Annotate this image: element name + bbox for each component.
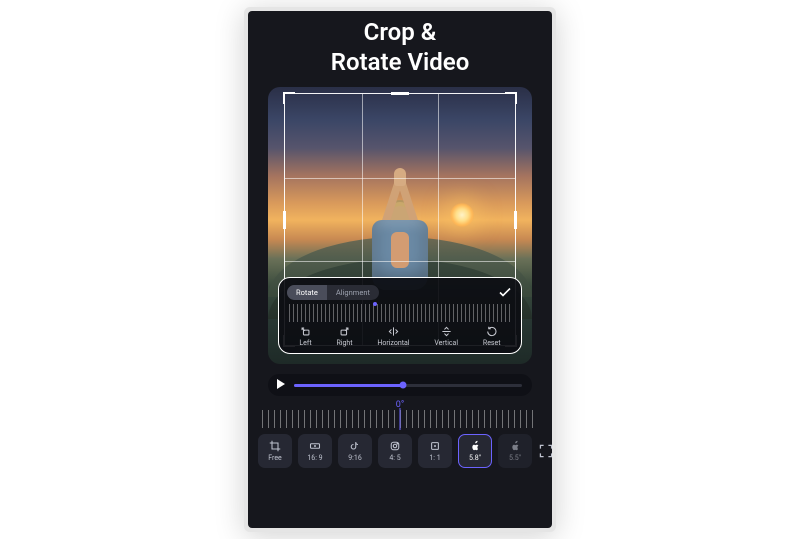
rotate-left-label: Left xyxy=(299,339,311,347)
square-icon xyxy=(429,440,441,452)
phone-frame: Crop & Rotate Video xyxy=(244,7,556,532)
aspect-tiktok[interactable]: 9:16 xyxy=(338,434,372,468)
aspect-4-5[interactable]: 4: 5 xyxy=(378,434,412,468)
rotation-ruler[interactable] xyxy=(262,410,538,428)
aspect-label: 5.8" xyxy=(469,454,481,462)
crop-handle-left[interactable] xyxy=(283,211,286,229)
apple-icon xyxy=(469,440,481,452)
aspect-apple-5-5[interactable]: 5.5" xyxy=(498,434,532,468)
confirm-button[interactable] xyxy=(497,284,513,300)
aspect-label: 16: 9 xyxy=(307,454,322,462)
rotate-right-button[interactable]: Right xyxy=(336,326,352,347)
reset-rotation-button[interactable]: Reset xyxy=(483,326,501,347)
aspect-apple-5-8[interactable]: 5.8" xyxy=(458,434,492,468)
flip-horizontal-label: Horizontal xyxy=(377,339,409,347)
aspect-label: 4: 5 xyxy=(389,454,400,462)
rotation-dial[interactable] xyxy=(289,304,511,322)
crop-handle-right[interactable] xyxy=(514,211,517,229)
preview-container: Rotate Alignment Lef xyxy=(248,87,552,364)
flip-vertical-label: Vertical xyxy=(434,339,458,347)
aspect-1-1[interactable]: 1: 1 xyxy=(418,434,452,468)
apple-icon xyxy=(509,440,521,452)
crop-handle-top[interactable] xyxy=(391,92,409,95)
rotate-left-button[interactable]: Left xyxy=(299,326,311,347)
playback-bar xyxy=(268,374,532,396)
flip-vertical-button[interactable]: Vertical xyxy=(434,326,458,347)
rotate-controls-panel: Rotate Alignment Lef xyxy=(278,277,522,354)
seek-thumb[interactable] xyxy=(400,382,407,389)
tiktok-icon xyxy=(349,440,361,452)
crop-handle-tr[interactable] xyxy=(505,92,517,104)
app-screen: Crop & Rotate Video xyxy=(248,11,552,528)
crop-handle-tl[interactable] xyxy=(283,92,295,104)
rect-wide-icon xyxy=(309,440,321,452)
title-line-1: Crop & xyxy=(258,17,542,47)
aspect-label: 9:16 xyxy=(348,454,362,462)
video-preview[interactable]: Rotate Alignment Lef xyxy=(268,87,532,364)
seek-progress xyxy=(294,384,403,387)
tab-rotate[interactable]: Rotate xyxy=(287,285,327,300)
page-title: Crop & Rotate Video xyxy=(248,11,552,87)
instagram-icon xyxy=(389,440,401,452)
reset-rotation-label: Reset xyxy=(483,339,501,347)
rotate-alignment-segment[interactable]: Rotate Alignment xyxy=(287,285,379,300)
aspect-ratio-row: Free 16: 9 9:16 4: 5 1: 1 5.8" xyxy=(248,428,552,476)
aspect-label: Free xyxy=(268,454,282,462)
expand-icon xyxy=(538,443,552,459)
tab-alignment[interactable]: Alignment xyxy=(327,285,379,300)
crop-icon xyxy=(269,440,281,452)
expand-fullscreen-button[interactable] xyxy=(538,434,552,468)
rotate-right-label: Right xyxy=(336,339,352,347)
seek-slider[interactable] xyxy=(294,384,522,387)
aspect-label: 1: 1 xyxy=(429,454,440,462)
play-button[interactable] xyxy=(276,379,286,392)
aspect-label: 5.5" xyxy=(509,454,521,462)
aspect-free[interactable]: Free xyxy=(258,434,292,468)
flip-horizontal-button[interactable]: Horizontal xyxy=(377,326,409,347)
title-line-2: Rotate Video xyxy=(258,47,542,77)
aspect-16-9[interactable]: 16: 9 xyxy=(298,434,332,468)
